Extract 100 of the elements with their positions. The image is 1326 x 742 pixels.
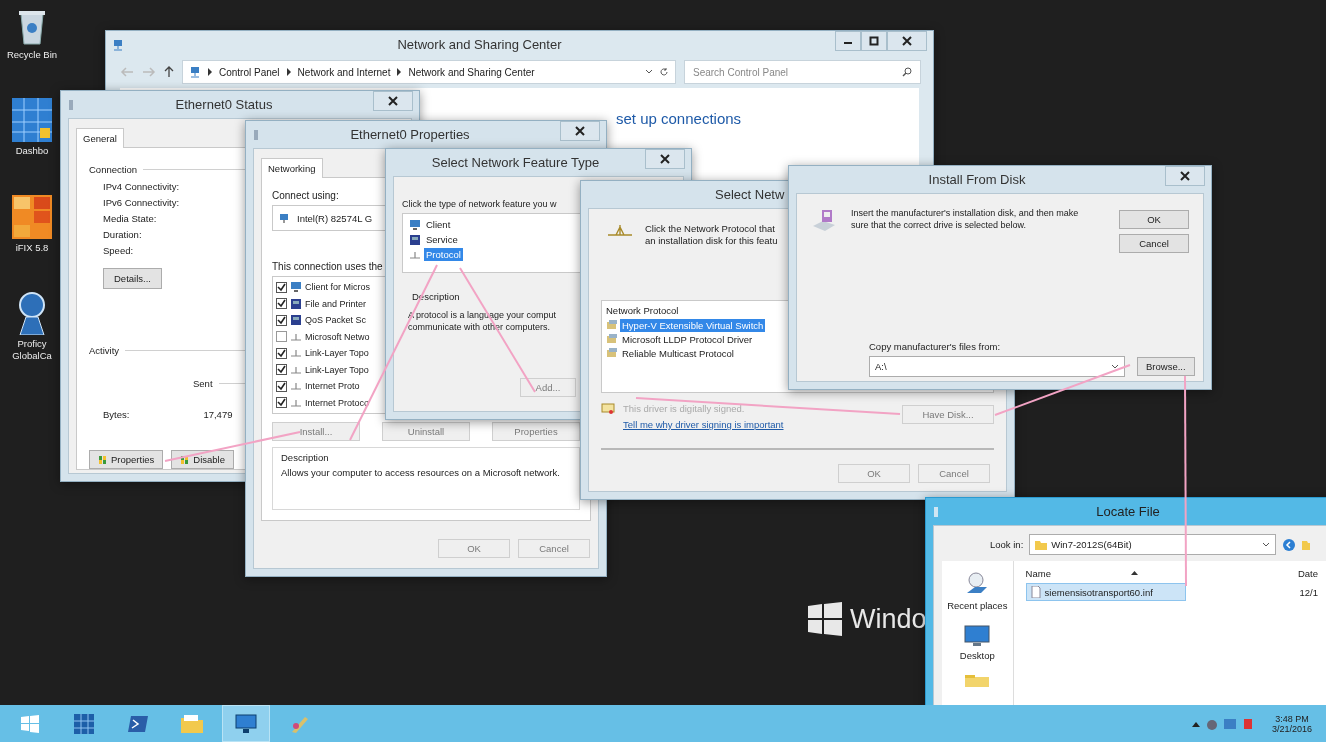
section-heading: set up connections	[616, 110, 742, 127]
checkbox[interactable]	[276, 397, 287, 409]
desktop-icon-label[interactable]: Recycle Bin	[6, 49, 58, 61]
driver-icon	[606, 319, 618, 332]
close-button[interactable]	[887, 31, 927, 51]
up-arrow-icon[interactable]	[164, 66, 174, 78]
driver-icon	[606, 347, 618, 360]
list-item[interactable]: File and Printer	[305, 298, 367, 309]
instruction-text: Insert the manufacturer's installation disk, and then make sure that the correct drive is selected below.	[851, 208, 1080, 232]
list-item[interactable]: Link-Layer Topo	[305, 364, 369, 375]
desktop-icon-label[interactable]: iFIX 5.8	[15, 241, 49, 254]
list-item[interactable]: Client	[424, 218, 453, 231]
breadcrumb-item[interactable]: Network and Sharing Center	[408, 66, 535, 78]
close-button[interactable]	[1165, 166, 1205, 186]
place-item[interactable]: Desktop	[959, 625, 995, 661]
description-text: Allows your computer to access resources on a Microsoft network.	[281, 467, 561, 480]
close-button[interactable]	[560, 121, 600, 141]
group-heading: Description	[412, 291, 460, 302]
checkbox[interactable]	[276, 347, 287, 359]
list-item[interactable]: Protocol	[424, 248, 463, 261]
list-item[interactable]: Service	[424, 233, 460, 246]
dialog-button[interactable]: OK	[1119, 210, 1189, 229]
refresh-icon[interactable]	[659, 67, 669, 77]
field-label: Duration:	[103, 229, 142, 240]
list-item[interactable]: Microsoft LLDP Protocol Driver	[620, 332, 755, 346]
instruction-text: Click the Network Protocol that	[645, 223, 775, 236]
list-header: Network Protocol	[606, 304, 679, 316]
adapter-field: Intel(R) 82574L G	[272, 205, 386, 231]
network-icon	[189, 66, 201, 78]
place-item[interactable]: Recent places	[947, 571, 1008, 611]
window-title: Select Netw	[715, 187, 785, 202]
column-header[interactable]: Name	[1025, 567, 1051, 579]
monitor-icon	[290, 281, 302, 294]
windows-logo-icon	[21, 714, 39, 733]
caret-up-icon[interactable]	[1191, 720, 1200, 727]
dropdown-caret-icon[interactable]	[645, 69, 653, 75]
checkbox[interactable]	[276, 314, 287, 326]
desktop-icon-label[interactable]: Proficy GlobalCa	[4, 338, 60, 361]
grid-tile-icon[interactable]	[12, 194, 52, 239]
details-button[interactable]: Details...	[103, 268, 162, 289]
minimize-button[interactable]	[835, 31, 861, 51]
monitor-icon	[409, 218, 421, 231]
checkbox[interactable]	[276, 281, 287, 293]
dropdown-caret-icon	[1262, 541, 1271, 548]
address-bar[interactable]: Control Panel Network and Internet Network and Sharing Center	[182, 60, 676, 84]
clock[interactable]: 3:48 PM 3/21/2016	[1271, 713, 1312, 734]
folder-combo-box[interactable]: Win7-2012S(64Bit)	[1029, 534, 1277, 555]
protocol-icon	[290, 380, 302, 393]
group-heading: Activity	[89, 345, 120, 356]
action-button[interactable]: Disable	[171, 450, 234, 469]
file-row[interactable]: siemensisotransport60.inf	[1025, 583, 1186, 601]
window-title: Install From Disk	[927, 172, 1027, 187]
taskbar-app[interactable]	[222, 705, 270, 742]
checkbox[interactable]	[276, 298, 287, 310]
list-item[interactable]: Reliable Multicast Protocol	[620, 346, 736, 360]
action-button[interactable]: Properties	[89, 450, 164, 469]
list-item[interactable]: Client for Micros	[305, 282, 370, 293]
checkbox[interactable]	[276, 380, 287, 392]
folder-icon	[181, 714, 203, 733]
dashboard-tile-icon[interactable]	[12, 98, 52, 143]
recycle-bin-icon[interactable]	[17, 8, 47, 46]
window-icon	[932, 505, 940, 518]
field-label: IPv4 Connectivity:	[103, 181, 180, 192]
list-item[interactable]: Internet Protoco	[305, 397, 370, 408]
dialog-button[interactable]: Cancel	[1119, 234, 1189, 253]
monitor-icon	[235, 713, 257, 734]
window-title: Ethernet0 Properties	[349, 127, 471, 142]
maximize-button[interactable]	[861, 31, 887, 51]
search-icon[interactable]	[902, 67, 912, 77]
computer-icon	[409, 233, 421, 246]
breadcrumb-item[interactable]: Control Panel	[219, 66, 280, 78]
tab[interactable]: Networking	[261, 158, 323, 178]
list-item[interactable]: Hyper-V Extensible Virtual Switch	[620, 318, 766, 332]
description-text: communicate with other computers.	[408, 321, 551, 334]
search-field[interactable]: Search Control Panel	[684, 60, 921, 84]
back-icon[interactable]	[1282, 537, 1297, 552]
breadcrumb-item[interactable]: Network and Internet	[297, 66, 391, 78]
close-icon	[575, 126, 585, 136]
tab[interactable]: General	[76, 128, 124, 148]
field-label: Look in:	[990, 539, 1024, 550]
computer-icon	[290, 297, 302, 310]
dropdown-caret-icon	[1111, 363, 1119, 370]
close-button[interactable]	[373, 91, 413, 111]
windows-logo-icon	[808, 602, 842, 636]
checkbox[interactable]	[276, 331, 287, 343]
shield-icon	[180, 454, 190, 465]
help-link[interactable]: Tell me why driver signing is important	[623, 419, 784, 430]
sort-arrow-icon	[1130, 571, 1138, 575]
column-header[interactable]: Date	[1297, 567, 1318, 579]
desktop-icon-label[interactable]: Dashbo	[15, 145, 49, 157]
list-item[interactable]: Microsoft Netwo	[305, 331, 370, 342]
path-combo-box[interactable]: A:\	[869, 356, 1125, 377]
checkbox[interactable]	[276, 364, 287, 376]
protocol-icon	[290, 347, 302, 360]
list-item[interactable]: Link-Layer Topo	[305, 348, 369, 359]
browse-button[interactable]: Browse...	[1137, 357, 1195, 376]
list-item[interactable]: QoS Packet Sc	[305, 315, 367, 326]
list-item[interactable]: Internet Proto	[305, 381, 360, 392]
close-button[interactable]	[645, 149, 685, 169]
close-icon	[388, 96, 398, 106]
